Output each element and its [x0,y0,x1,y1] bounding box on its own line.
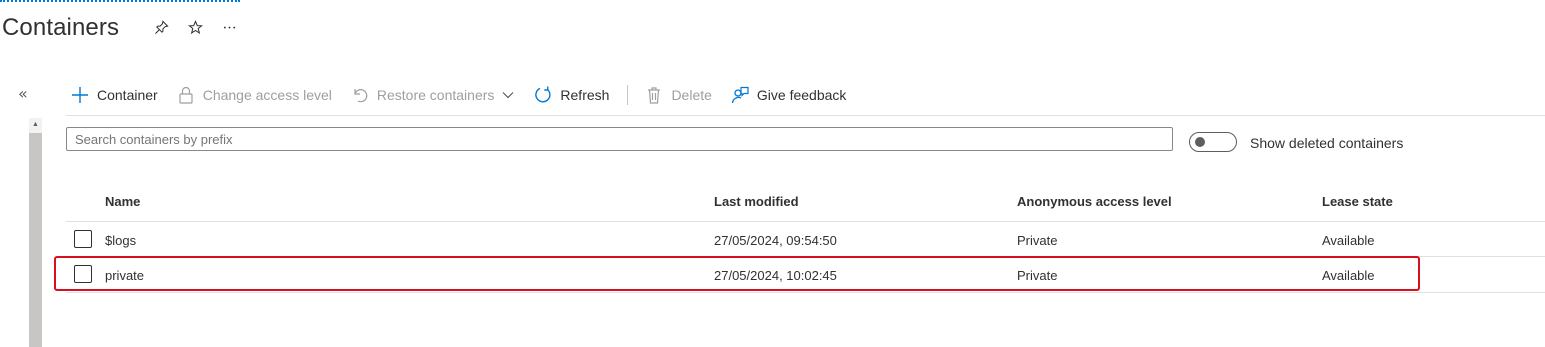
undo-icon [354,89,368,103]
feedback-icon [731,86,749,104]
column-header-name[interactable]: Name [105,194,140,209]
lease-state: Available [1322,233,1375,248]
pin-icon[interactable] [150,20,172,42]
command-bar: Container Change access level Restore co… [70,82,864,108]
add-container-label: Container [97,87,158,103]
toolbar-divider-line [66,115,1545,116]
column-header-access-level[interactable]: Anonymous access level [1017,194,1172,209]
highlight-annotation [54,256,1420,291]
change-access-level-button[interactable]: Change access level [176,85,332,105]
refresh-button[interactable]: Refresh [533,85,609,105]
show-deleted-label: Show deleted containers [1250,135,1404,151]
collapse-sidebar-icon[interactable]: « [18,84,28,103]
last-modified: 27/05/2024, 09:54:50 [714,233,837,248]
page-title: Containers [2,14,120,41]
trash-icon [648,87,661,104]
delete-label: Delete [671,87,712,103]
scrollbar-thumb[interactable] [29,133,42,347]
container-name[interactable]: $logs [105,233,136,248]
refresh-label: Refresh [560,87,610,103]
lock-icon [179,86,193,104]
restore-containers-button[interactable]: Restore containers [350,85,516,105]
restore-containers-label: Restore containers [376,87,495,103]
give-feedback-button[interactable]: Give feedback [730,85,847,105]
breadcrumb[interactable] [0,0,240,4]
column-header-last-modified[interactable]: Last modified [714,194,799,209]
access-level: Private [1017,233,1058,248]
toolbar-divider [627,85,629,105]
refresh-icon [535,86,551,103]
more-icon[interactable] [218,20,240,42]
search-input[interactable] [66,127,1173,151]
change-access-level-label: Change access level [202,87,332,103]
title-actions [150,20,240,42]
chevron-down-icon [502,92,514,99]
star-icon[interactable] [184,20,206,42]
delete-button[interactable]: Delete [644,85,712,105]
scroll-up-icon[interactable]: ▲ [29,118,42,132]
row-divider [66,292,1545,293]
plus-icon [72,87,88,103]
add-container-button[interactable]: Container [70,85,158,105]
row-checkbox[interactable] [74,230,92,248]
show-deleted-toggle[interactable] [1189,132,1237,152]
give-feedback-label: Give feedback [756,87,847,103]
header-divider [66,221,1545,222]
column-header-lease-state[interactable]: Lease state [1322,194,1393,209]
